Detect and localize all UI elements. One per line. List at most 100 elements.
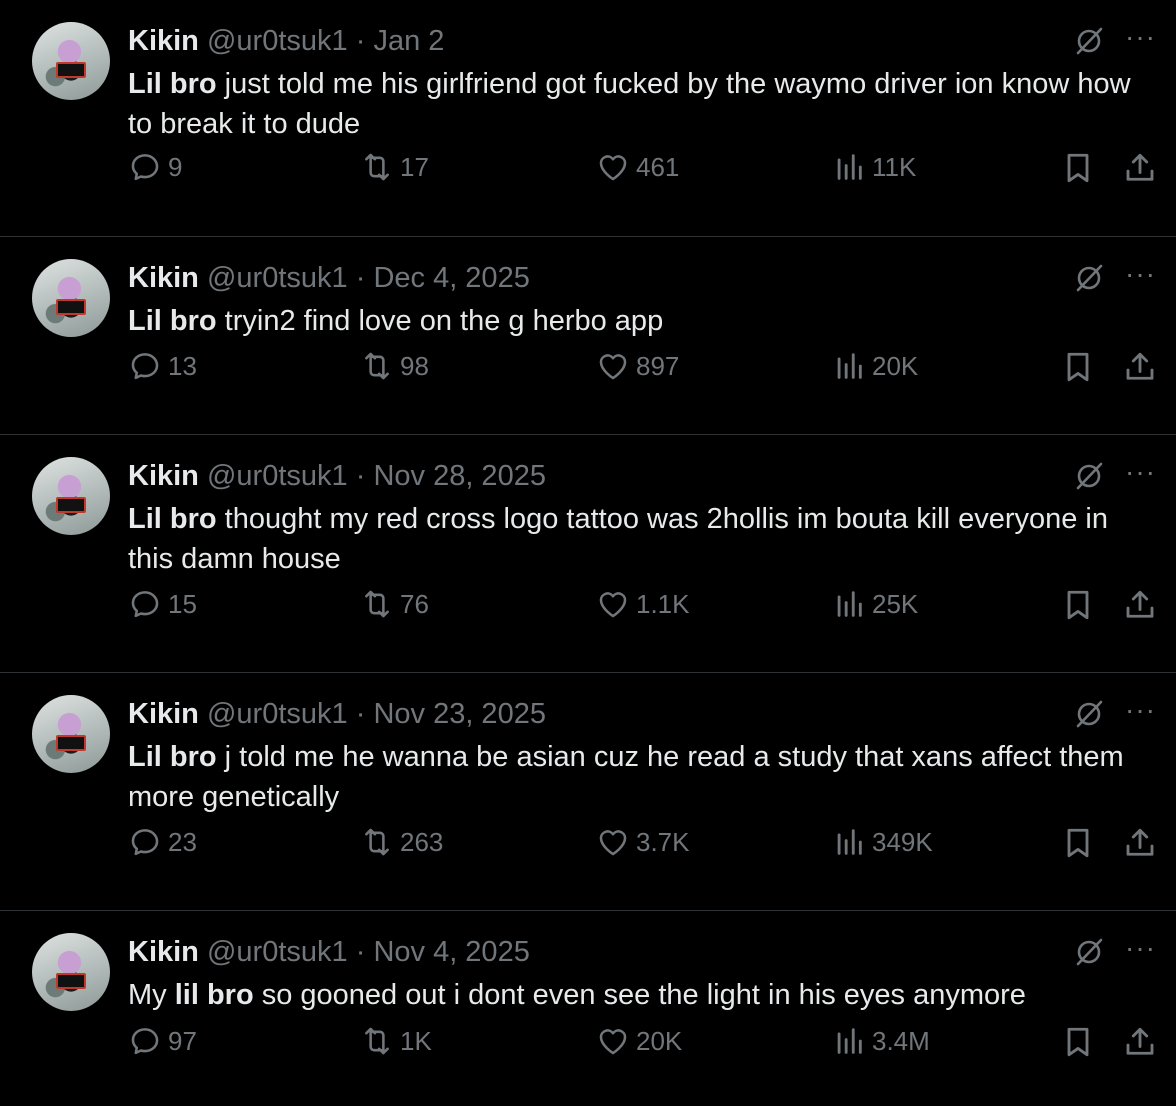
views-count: 11K <box>872 151 917 182</box>
share-button[interactable] <box>1122 150 1158 191</box>
repost-count: 1K <box>400 1025 432 1056</box>
bookmark-button[interactable] <box>1060 1024 1096 1065</box>
like-icon <box>599 830 627 856</box>
author-name[interactable]: Kikin <box>128 698 199 730</box>
reply-button[interactable]: 13 <box>128 349 197 383</box>
avatar[interactable] <box>32 457 110 535</box>
like-button[interactable]: 1.1K <box>596 587 690 621</box>
views-button[interactable]: 25K <box>832 587 918 621</box>
tweet-text-rest: tryin2 find love on the g herbo app <box>216 305 664 337</box>
bookmark-button[interactable] <box>1060 587 1096 628</box>
views-button[interactable]: 11K <box>832 150 916 184</box>
grok-icon[interactable] <box>1074 461 1104 491</box>
bookmark-icon <box>1067 352 1089 382</box>
tweet-text-bold: lil bro <box>174 979 254 1011</box>
like-button[interactable]: 461 <box>596 150 679 184</box>
reply-button[interactable]: 15 <box>128 587 197 621</box>
views-icon <box>837 154 862 180</box>
views-button[interactable]: 3.4M <box>832 1024 930 1058</box>
more-icon[interactable]: ··· <box>1125 259 1156 289</box>
grok-icon[interactable] <box>1074 937 1104 967</box>
like-icon <box>599 155 627 181</box>
tweet-text-pre: My <box>128 979 175 1011</box>
more-icon[interactable]: ··· <box>1125 22 1156 52</box>
tweet[interactable]: Kikin @ur0tsuk1 · Jan 2 Lil bro just tol… <box>0 0 1176 237</box>
like-button[interactable]: 897 <box>596 349 679 383</box>
share-button[interactable] <box>1122 349 1158 390</box>
author-name[interactable]: Kikin <box>128 936 199 968</box>
avatar[interactable] <box>32 259 110 337</box>
repost-button[interactable]: 98 <box>360 349 429 383</box>
bookmark-button[interactable] <box>1060 349 1096 390</box>
like-icon <box>599 592 627 618</box>
reply-button[interactable]: 9 <box>128 150 182 184</box>
separator-dot: · <box>355 460 366 492</box>
views-count: 25K <box>872 588 919 619</box>
repost-button[interactable]: 263 <box>360 825 443 859</box>
tweet-date[interactable]: Nov 23, 2025 <box>373 698 546 730</box>
tweet-text-rest: so gooned out i dont even see the light … <box>253 979 1026 1011</box>
share-icon <box>1126 828 1154 856</box>
tweet[interactable]: Kikin @ur0tsuk1 · Nov 28, 2025 Lil bro t… <box>0 435 1176 673</box>
share-icon <box>1126 1027 1154 1055</box>
like-button[interactable]: 20K <box>596 1024 682 1058</box>
views-button[interactable]: 20K <box>832 349 918 383</box>
repost-button[interactable]: 17 <box>360 150 429 184</box>
avatar[interactable] <box>32 933 110 1011</box>
bookmark-icon <box>1067 1027 1089 1057</box>
bookmark-icon <box>1067 153 1089 183</box>
repost-count: 263 <box>400 826 444 857</box>
author-name[interactable]: Kikin <box>128 460 199 492</box>
repost-button[interactable]: 76 <box>360 587 429 621</box>
like-button[interactable]: 3.7K <box>596 825 690 859</box>
reply-count: 13 <box>168 350 197 381</box>
bookmark-button[interactable] <box>1060 150 1096 191</box>
separator-dot: · <box>355 698 366 730</box>
bookmark-button[interactable] <box>1060 825 1096 866</box>
grok-icon[interactable] <box>1074 699 1104 729</box>
tweet[interactable]: Kikin @ur0tsuk1 · Nov 4, 2025 My lil bro… <box>0 911 1176 1106</box>
like-count: 461 <box>636 151 680 182</box>
reply-button[interactable]: 97 <box>128 1024 197 1058</box>
author-handle[interactable]: @ur0tsuk1 <box>207 698 348 730</box>
tweet-text: Lil bro thought my red cross logo tattoo… <box>128 499 1156 579</box>
grok-icon[interactable] <box>1074 26 1104 56</box>
avatar[interactable] <box>32 695 110 773</box>
share-icon <box>1126 153 1154 181</box>
more-icon[interactable]: ··· <box>1125 457 1156 487</box>
bookmark-icon <box>1067 828 1089 858</box>
share-button[interactable] <box>1122 825 1158 866</box>
tweet[interactable]: Kikin @ur0tsuk1 · Dec 4, 2025 Lil bro tr… <box>0 237 1176 435</box>
tweet-date[interactable]: Jan 2 <box>373 25 444 57</box>
grok-icon[interactable] <box>1074 263 1104 293</box>
tweet[interactable]: Kikin @ur0tsuk1 · Nov 23, 2025 Lil bro j… <box>0 673 1176 911</box>
author-name[interactable]: Kikin <box>128 25 199 57</box>
repost-count: 17 <box>400 151 429 182</box>
tweet-header: Kikin @ur0tsuk1 · Nov 4, 2025 <box>128 933 1156 971</box>
tweet-header: Kikin @ur0tsuk1 · Jan 2 <box>128 22 1156 60</box>
views-button[interactable]: 349K <box>832 825 933 859</box>
views-icon <box>837 353 862 379</box>
more-icon[interactable]: ··· <box>1125 695 1156 725</box>
repost-button[interactable]: 1K <box>360 1024 432 1058</box>
tweet-date[interactable]: Dec 4, 2025 <box>373 262 529 294</box>
share-button[interactable] <box>1122 1024 1158 1065</box>
share-button[interactable] <box>1122 587 1158 628</box>
action-bar: 13 98 897 20K <box>128 349 1158 389</box>
tweet-text: Lil bro j told me he wanna be asian cuz … <box>128 737 1156 817</box>
tweet-text-bold: Lil bro <box>128 68 217 100</box>
share-icon <box>1126 590 1154 618</box>
author-handle[interactable]: @ur0tsuk1 <box>207 25 348 57</box>
tweet-text: My lil bro so gooned out i dont even see… <box>128 975 1156 1015</box>
author-handle[interactable]: @ur0tsuk1 <box>207 262 348 294</box>
more-icon[interactable]: ··· <box>1125 933 1156 963</box>
avatar[interactable] <box>32 22 110 100</box>
author-handle[interactable]: @ur0tsuk1 <box>207 936 348 968</box>
author-name[interactable]: Kikin <box>128 262 199 294</box>
tweet-date[interactable]: Nov 4, 2025 <box>373 936 529 968</box>
share-icon <box>1126 352 1154 380</box>
tweet-text: Lil bro just told me his girlfriend got … <box>128 64 1156 144</box>
reply-button[interactable]: 23 <box>128 825 197 859</box>
tweet-date[interactable]: Nov 28, 2025 <box>373 460 546 492</box>
author-handle[interactable]: @ur0tsuk1 <box>207 460 348 492</box>
